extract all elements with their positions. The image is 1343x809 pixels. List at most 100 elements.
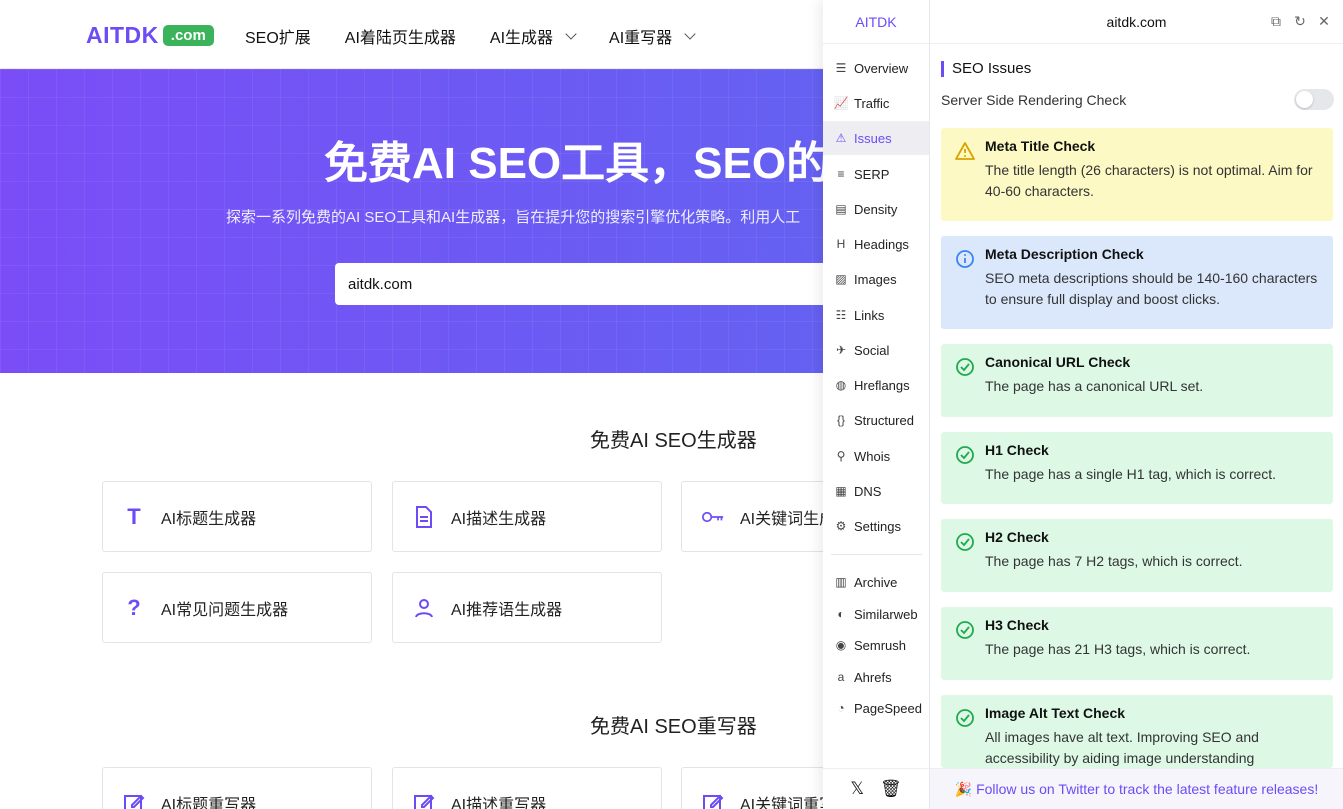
issue-desc: The page has 21 H3 tags, which is correc…: [985, 641, 1251, 657]
extension-sidebar: AITDK ☰ Overview 📈 Traffic ⚠ Issues ≡ SERP ▤…: [823, 0, 930, 809]
issue-title: Meta Title Check: [985, 138, 1096, 154]
close-icon[interactable]: ✕: [1317, 13, 1331, 30]
card-label: AI常见问题生成器: [161, 601, 289, 619]
edit-icon: [702, 792, 724, 809]
person-icon: [413, 597, 435, 619]
card-title-rewriter[interactable]: AI标题重写器: [102, 767, 372, 809]
issue-desc: All images have alt text. Improving SEO …: [985, 729, 1259, 766]
issue-meta-description: Meta Description Check SEO meta descript…: [941, 236, 1333, 329]
image-icon: ▨: [835, 272, 847, 286]
logo[interactable]: AITDK .com: [86, 22, 214, 49]
server-icon: ▦: [835, 484, 847, 498]
sidebar-label: Semrush: [854, 637, 907, 653]
sidebar-label: Links: [854, 307, 885, 323]
card-label: AI描述重写器: [451, 796, 547, 809]
links-icon: ☷: [835, 308, 847, 322]
gear-icon: ⚙: [835, 519, 847, 533]
card-faq-generator[interactable]: ? AI常见问题生成器: [102, 572, 372, 643]
archive-icon: ▥: [835, 575, 847, 589]
card-title-generator[interactable]: T AI标题生成器: [102, 481, 372, 552]
sidebar-item-social[interactable]: ✈ Social: [823, 333, 929, 367]
issue-desc: The title length (26 characters) is not …: [985, 162, 1313, 199]
nav-label: SEO扩展: [245, 30, 311, 47]
sidebar-label: Social: [854, 342, 890, 358]
crop-icon[interactable]: ⧉: [1269, 13, 1283, 30]
sidebar-item-serp[interactable]: ≡ SERP: [823, 157, 929, 191]
issue-title: H1 Check: [985, 442, 1049, 458]
nav-label: AI重写器: [609, 30, 673, 47]
sidebar-item-density[interactable]: ▤ Density: [823, 192, 929, 226]
sidebar-label: Density: [854, 201, 898, 217]
sidebar-label: Overview: [854, 60, 909, 76]
sidebar-item-traffic[interactable]: 📈 Traffic: [823, 86, 929, 120]
trash-icon[interactable]: 🗑: [880, 779, 902, 799]
sidebar-item-semrush[interactable]: ◉ Semrush: [823, 628, 929, 662]
chevron-down-icon: [565, 28, 577, 40]
card-description-generator[interactable]: AI描述生成器: [392, 481, 662, 552]
sidebar-item-overview[interactable]: ☰ Overview: [823, 51, 929, 85]
key-icon: [702, 506, 724, 528]
sidebar-item-ahrefs[interactable]: a Ahrefs: [823, 660, 929, 694]
sidebar-label: Traffic: [854, 95, 890, 111]
sidebar-item-settings[interactable]: ⚙ Settings: [823, 509, 929, 543]
sidebar-item-hreflangs[interactable]: ◍ Hreflangs: [823, 368, 929, 402]
ssr-toggle[interactable]: [1294, 89, 1334, 110]
heading-icon: H: [836, 237, 846, 251]
sidebar-item-whois[interactable]: ⚲ Whois: [823, 439, 929, 473]
nav-ai-rewriter[interactable]: AI重写器: [609, 24, 696, 48]
sidebar-label: PageSpeed: [854, 700, 922, 716]
sidebar-label: Images: [854, 271, 897, 287]
edit-icon: [123, 792, 145, 809]
issue-desc: The page has a canonical URL set.: [985, 378, 1204, 394]
nav-label: AI着陆页生成器: [344, 30, 456, 47]
chevron-down-icon: [684, 28, 696, 40]
nav-seo-extension[interactable]: SEO扩展: [245, 24, 311, 48]
sidebar-item-images[interactable]: ▨ Images: [823, 262, 929, 296]
sidebar-item-structured[interactable]: {} Structured: [823, 403, 929, 437]
density-icon: ▤: [835, 202, 847, 216]
hero-title: 免费AI SEO工具，SEO的: [324, 139, 831, 188]
hero-search-input[interactable]: aitdk.com: [335, 263, 855, 305]
header-actions: ⧉ ↻ ✕: [1269, 13, 1331, 30]
serp-icon: ≡: [837, 167, 845, 181]
title-t-icon: T: [127, 503, 141, 529]
card-description-rewriter[interactable]: AI描述重写器: [392, 767, 662, 809]
issue-h1: H1 Check The page has a single H1 tag, w…: [941, 432, 1333, 504]
issue-h2: H2 Check The page has 7 H2 tags, which i…: [941, 519, 1333, 592]
nav-ai-generator[interactable]: AI生成器: [489, 24, 577, 48]
check-circle-icon: [956, 358, 974, 376]
issue-title: Image Alt Text Check: [985, 705, 1126, 721]
ssr-check-label: Server Side Rendering Check: [941, 92, 1127, 108]
x-twitter-icon[interactable]: 𝕏: [850, 779, 864, 799]
refresh-icon[interactable]: ↻: [1293, 13, 1307, 30]
nav-label: AI生成器: [489, 30, 554, 47]
card-testimonial-generator[interactable]: AI推荐语生成器: [392, 572, 662, 643]
sidebar-label: SERP: [854, 166, 890, 182]
check-circle-icon: [956, 621, 974, 639]
sidebar-divider: [831, 554, 922, 555]
edit-icon: [413, 792, 435, 809]
sidebar-item-archive[interactable]: ▥ Archive: [823, 565, 929, 599]
card-label: AI标题重写器: [161, 796, 257, 809]
issue-title: H3 Check: [985, 617, 1049, 633]
sidebar-item-links[interactable]: ☷ Links: [823, 298, 929, 332]
sidebar-label: Issues: [854, 130, 892, 146]
globe-icon: ◍: [835, 378, 847, 392]
sidebar-item-similarweb[interactable]: ◐ Similarweb: [823, 597, 929, 631]
sidebar-label: Settings: [854, 518, 901, 534]
nav-landing-page[interactable]: AI着陆页生成器: [345, 24, 456, 48]
sidebar-item-issues[interactable]: ⚠ Issues: [823, 121, 929, 155]
hero-subtitle: 探索一系列免费的AI SEO工具和AI生成器，旨在提升您的搜索引擎优化策略。利用…: [226, 209, 801, 226]
twitter-follow-banner[interactable]: 🎉 Follow us on Twitter to track the late…: [930, 768, 1343, 809]
sidebar-item-pagespeed[interactable]: ◔ PageSpeed: [823, 691, 929, 725]
ahrefs-icon: a: [837, 670, 845, 684]
issue-desc: The page has a single H1 tag, which is c…: [985, 466, 1277, 482]
sidebar-item-dns[interactable]: ▦ DNS: [823, 474, 929, 508]
issue-h3: H3 Check The page has 21 H3 tags, which …: [941, 607, 1333, 680]
sidebar-item-headings[interactable]: H Headings: [823, 227, 929, 261]
rewriters-title: 免费AI SEO重写器: [590, 716, 757, 738]
section-title: SEO Issues: [941, 61, 1031, 77]
warning-icon: ⚠: [835, 131, 847, 145]
check-circle-icon: [956, 709, 974, 727]
sidebar-label: Similarweb: [854, 606, 918, 622]
